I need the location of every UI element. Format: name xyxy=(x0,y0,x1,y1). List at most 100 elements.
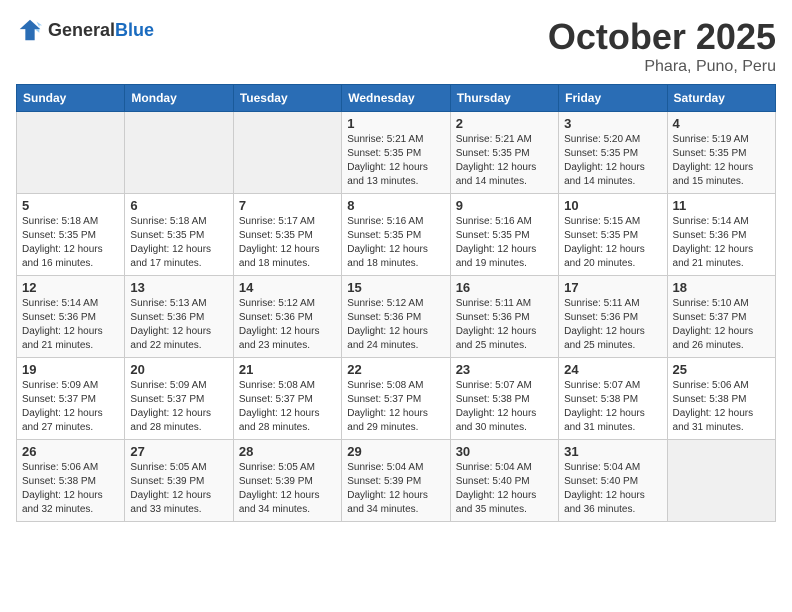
calendar-table: SundayMondayTuesdayWednesdayThursdayFrid… xyxy=(16,84,776,522)
dow-header-monday: Monday xyxy=(125,85,233,112)
day-number: 29 xyxy=(347,444,444,459)
day-cell: 15Sunrise: 5:12 AM Sunset: 5:36 PM Dayli… xyxy=(342,276,450,358)
day-info: Sunrise: 5:07 AM Sunset: 5:38 PM Dayligh… xyxy=(564,379,661,435)
day-number: 25 xyxy=(673,362,770,377)
day-cell: 8 Sunrise: 5:16 AM Sunset: 5:35 PM Daylig… xyxy=(342,194,450,276)
month-title: October 2025 xyxy=(548,16,776,58)
day-cell xyxy=(125,112,233,194)
day-info: Sunrise: 5:04 AM Sunset: 5:39 PM Dayligh… xyxy=(347,461,444,517)
week-row-5: 26 Sunrise: 5:06 AM Sunset: 5:38 PM Dayli… xyxy=(17,440,776,522)
day-info: Sunrise: 5:14 AM Sunset: 5:36 PM Dayligh… xyxy=(22,297,119,353)
day-info: Sunrise: 5:21 AM Sunset: 5:35 PM Dayligh… xyxy=(347,133,444,189)
dow-header-thursday: Thursday xyxy=(450,85,558,112)
dow-header-sunday: Sunday xyxy=(17,85,125,112)
day-info: Sunrise: 5:18 AM Sunset: 5:35 PM Dayligh… xyxy=(22,215,119,271)
day-number: 1 xyxy=(347,116,444,131)
day-number: 6 xyxy=(130,198,227,213)
day-cell: 7Sunrise: 5:17 AM Sunset: 5:35 PM Daylig… xyxy=(233,194,341,276)
dow-header-tuesday: Tuesday xyxy=(233,85,341,112)
day-cell: 1 Sunrise: 5:21 AM Sunset: 5:35 PM Daylig… xyxy=(342,112,450,194)
day-number: 31 xyxy=(564,444,661,459)
day-info: Sunrise: 5:16 AM Sunset: 5:35 PM Dayligh… xyxy=(456,215,553,271)
day-cell: 6 Sunrise: 5:18 AM Sunset: 5:35 PM Daylig… xyxy=(125,194,233,276)
logo-icon xyxy=(16,16,44,44)
day-number: 10 xyxy=(564,198,661,213)
logo: GeneralBlue xyxy=(16,16,154,44)
day-cell xyxy=(667,440,775,522)
day-number: 24 xyxy=(564,362,661,377)
day-number: 22 xyxy=(347,362,444,377)
day-number: 26 xyxy=(22,444,119,459)
calendar-body: 1 Sunrise: 5:21 AM Sunset: 5:35 PM Daylig… xyxy=(17,112,776,522)
day-cell xyxy=(233,112,341,194)
day-cell: 19 Sunrise: 5:09 AM Sunset: 5:37 PM Dayli… xyxy=(17,358,125,440)
day-info: Sunrise: 5:04 AM Sunset: 5:40 PM Dayligh… xyxy=(456,461,553,517)
day-info: Sunrise: 5:08 AM Sunset: 5:37 PM Dayligh… xyxy=(239,379,336,435)
day-cell: 21 Sunrise: 5:08 AM Sunset: 5:37 PM Dayli… xyxy=(233,358,341,440)
dow-header-wednesday: Wednesday xyxy=(342,85,450,112)
day-number: 23 xyxy=(456,362,553,377)
day-cell: 16Sunrise: 5:11 AM Sunset: 5:36 PM Dayli… xyxy=(450,276,558,358)
day-cell: 22 Sunrise: 5:08 AM Sunset: 5:37 PM Dayli… xyxy=(342,358,450,440)
day-info: Sunrise: 5:13 AM Sunset: 5:36 PM Dayligh… xyxy=(130,297,227,353)
day-number: 18 xyxy=(673,280,770,295)
day-info: Sunrise: 5:19 AM Sunset: 5:35 PM Dayligh… xyxy=(673,133,770,189)
day-number: 17 xyxy=(564,280,661,295)
day-number: 7 xyxy=(239,198,336,213)
day-cell: 14Sunrise: 5:12 AM Sunset: 5:36 PM Dayli… xyxy=(233,276,341,358)
day-cell: 4 Sunrise: 5:19 AM Sunset: 5:35 PM Daylig… xyxy=(667,112,775,194)
day-number: 14 xyxy=(239,280,336,295)
day-number: 4 xyxy=(673,116,770,131)
day-cell: 30 Sunrise: 5:04 AM Sunset: 5:40 PM Dayli… xyxy=(450,440,558,522)
day-info: Sunrise: 5:06 AM Sunset: 5:38 PM Dayligh… xyxy=(22,461,119,517)
day-number: 15 xyxy=(347,280,444,295)
day-cell: 18 Sunrise: 5:10 AM Sunset: 5:37 PM Dayli… xyxy=(667,276,775,358)
day-number: 9 xyxy=(456,198,553,213)
week-row-2: 5 Sunrise: 5:18 AM Sunset: 5:35 PM Daylig… xyxy=(17,194,776,276)
day-info: Sunrise: 5:10 AM Sunset: 5:37 PM Dayligh… xyxy=(673,297,770,353)
dow-header-saturday: Saturday xyxy=(667,85,775,112)
day-info: Sunrise: 5:14 AM Sunset: 5:36 PM Dayligh… xyxy=(673,215,770,271)
day-info: Sunrise: 5:08 AM Sunset: 5:37 PM Dayligh… xyxy=(347,379,444,435)
day-info: Sunrise: 5:05 AM Sunset: 5:39 PM Dayligh… xyxy=(239,461,336,517)
day-info: Sunrise: 5:16 AM Sunset: 5:35 PM Dayligh… xyxy=(347,215,444,271)
day-info: Sunrise: 5:05 AM Sunset: 5:39 PM Dayligh… xyxy=(130,461,227,517)
day-info: Sunrise: 5:04 AM Sunset: 5:40 PM Dayligh… xyxy=(564,461,661,517)
day-cell: 2Sunrise: 5:21 AM Sunset: 5:35 PM Daylig… xyxy=(450,112,558,194)
dow-header-friday: Friday xyxy=(559,85,667,112)
day-cell: 31 Sunrise: 5:04 AM Sunset: 5:40 PM Dayli… xyxy=(559,440,667,522)
day-info: Sunrise: 5:20 AM Sunset: 5:35 PM Dayligh… xyxy=(564,133,661,189)
day-info: Sunrise: 5:18 AM Sunset: 5:35 PM Dayligh… xyxy=(130,215,227,271)
week-row-1: 1 Sunrise: 5:21 AM Sunset: 5:35 PM Daylig… xyxy=(17,112,776,194)
days-of-week-row: SundayMondayTuesdayWednesdayThursdayFrid… xyxy=(17,85,776,112)
day-cell: 25Sunrise: 5:06 AM Sunset: 5:38 PM Dayli… xyxy=(667,358,775,440)
day-cell: 9 Sunrise: 5:16 AM Sunset: 5:35 PM Daylig… xyxy=(450,194,558,276)
day-number: 20 xyxy=(130,362,227,377)
day-number: 5 xyxy=(22,198,119,213)
day-info: Sunrise: 5:09 AM Sunset: 5:37 PM Dayligh… xyxy=(22,379,119,435)
day-number: 21 xyxy=(239,362,336,377)
day-cell: 10Sunrise: 5:15 AM Sunset: 5:35 PM Dayli… xyxy=(559,194,667,276)
day-cell: 11Sunrise: 5:14 AM Sunset: 5:36 PM Dayli… xyxy=(667,194,775,276)
logo-text: GeneralBlue xyxy=(48,20,154,41)
day-number: 8 xyxy=(347,198,444,213)
day-cell: 3Sunrise: 5:20 AM Sunset: 5:35 PM Daylig… xyxy=(559,112,667,194)
day-number: 13 xyxy=(130,280,227,295)
day-number: 19 xyxy=(22,362,119,377)
day-number: 12 xyxy=(22,280,119,295)
title-area: October 2025 Phara, Puno, Peru xyxy=(548,16,776,76)
day-number: 2 xyxy=(456,116,553,131)
day-info: Sunrise: 5:07 AM Sunset: 5:38 PM Dayligh… xyxy=(456,379,553,435)
day-info: Sunrise: 5:11 AM Sunset: 5:36 PM Dayligh… xyxy=(456,297,553,353)
day-cell: 23 Sunrise: 5:07 AM Sunset: 5:38 PM Dayli… xyxy=(450,358,558,440)
day-number: 30 xyxy=(456,444,553,459)
day-cell: 20 Sunrise: 5:09 AM Sunset: 5:37 PM Dayli… xyxy=(125,358,233,440)
day-info: Sunrise: 5:11 AM Sunset: 5:36 PM Dayligh… xyxy=(564,297,661,353)
day-cell: 28 Sunrise: 5:05 AM Sunset: 5:39 PM Dayli… xyxy=(233,440,341,522)
day-cell: 12 Sunrise: 5:14 AM Sunset: 5:36 PM Dayli… xyxy=(17,276,125,358)
day-cell: 5 Sunrise: 5:18 AM Sunset: 5:35 PM Daylig… xyxy=(17,194,125,276)
day-number: 28 xyxy=(239,444,336,459)
day-cell: 24 Sunrise: 5:07 AM Sunset: 5:38 PM Dayli… xyxy=(559,358,667,440)
day-info: Sunrise: 5:09 AM Sunset: 5:37 PM Dayligh… xyxy=(130,379,227,435)
location-title: Phara, Puno, Peru xyxy=(548,58,776,76)
